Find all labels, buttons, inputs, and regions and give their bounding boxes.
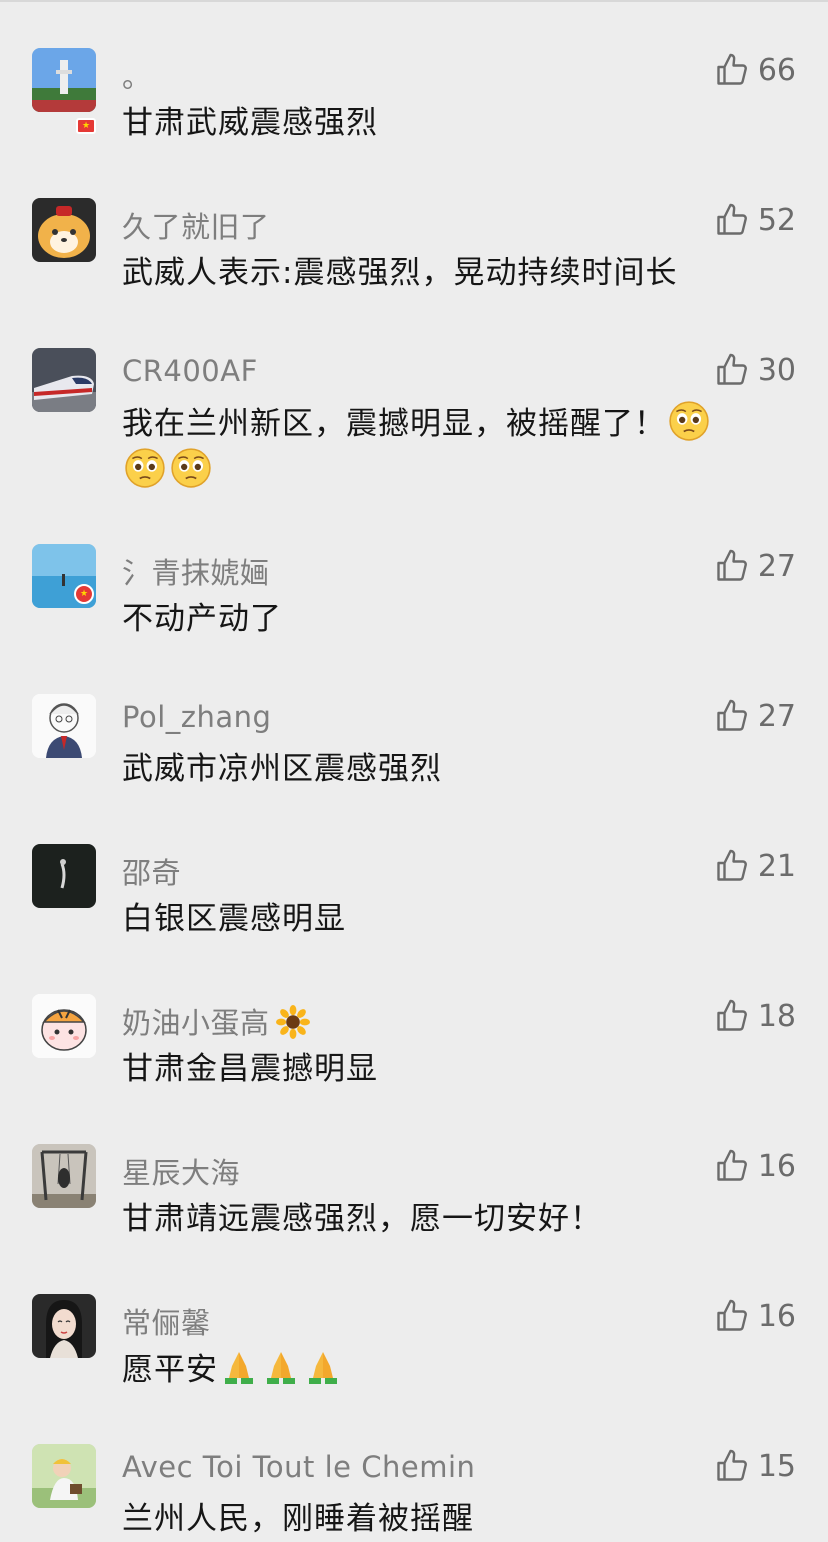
comment-author[interactable]: 久了就旧了	[122, 204, 270, 246]
thumbs-up-icon	[717, 549, 747, 581]
folded-hands-emoji	[309, 1352, 337, 1384]
comment-item[interactable]: Avec Toi Tout le Chemin 兰州人民，刚睡着被摇醒 15	[0, 1426, 828, 1541]
avatar[interactable]	[32, 844, 96, 908]
comment-text: 甘肃金昌震撼明显	[122, 1051, 378, 1087]
pleading-face-emoji	[669, 401, 709, 441]
comment-author[interactable]: 星辰大海	[122, 1150, 240, 1192]
pleading-face-emoji	[171, 448, 211, 488]
comment-text-content: 我在兰州新区，震撼明显，被摇醒了！	[122, 406, 666, 442]
like-count: 15	[757, 1448, 796, 1484]
thumbs-up-icon	[717, 999, 747, 1031]
top-divider	[0, 0, 828, 2]
comment-text: 愿平安	[122, 1346, 802, 1393]
like-button[interactable]: 27	[714, 546, 796, 586]
avatar[interactable]	[32, 198, 96, 262]
pleading-face-emoji	[125, 448, 165, 488]
like-button[interactable]: 16	[714, 1146, 796, 1186]
like-count: 16	[757, 1298, 796, 1334]
like-button[interactable]: 30	[714, 350, 796, 390]
thumbs-up-icon	[717, 1449, 747, 1481]
like-button[interactable]: 15	[714, 1446, 796, 1486]
comment-item[interactable]: Pol_zhang 武威市凉州区震感强烈 27	[0, 676, 828, 826]
comment-item[interactable]: 奶油小蛋高 甘肃金昌震撼明显 18	[0, 976, 828, 1126]
thumbs-up-icon	[717, 203, 747, 235]
like-button[interactable]: 21	[714, 846, 796, 886]
like-count: 52	[757, 202, 796, 238]
comment-author[interactable]: 邵奇	[122, 850, 181, 892]
like-button[interactable]: 18	[714, 996, 796, 1036]
like-button[interactable]: 27	[714, 696, 796, 736]
folded-hands-emoji	[225, 1352, 253, 1384]
china-flag-icon: ★	[74, 584, 94, 604]
like-count: 16	[757, 1148, 796, 1184]
thumbs-up-icon	[717, 1149, 747, 1181]
like-count: 30	[757, 352, 796, 388]
comment-item[interactable]: 久了就旧了 武威人表示:震感强烈，晃动持续时间长 52	[0, 180, 828, 330]
comment-author[interactable]: Avec Toi Tout le Chemin	[122, 1450, 475, 1484]
comment-text-content: 愿平安	[122, 1352, 218, 1388]
comment-author[interactable]: Pol_zhang	[122, 700, 271, 734]
avatar[interactable]	[32, 994, 96, 1058]
comment-item[interactable]: ★ 氵青抹婋婳 不动产动了 27	[0, 526, 828, 676]
comment-author[interactable]: CR400AF	[122, 354, 258, 388]
thumbs-up-icon	[717, 849, 747, 881]
thumbs-up-icon	[717, 1299, 747, 1331]
avatar[interactable]	[32, 48, 96, 112]
like-count: 18	[757, 998, 796, 1034]
like-button[interactable]: 52	[714, 200, 796, 240]
like-count: 27	[757, 698, 796, 734]
comment-text: 甘肃靖远震感强烈，愿一切安好！	[122, 1201, 602, 1237]
like-count: 27	[757, 548, 796, 584]
comment-item[interactable]: ★ 。 甘肃武威震感强烈 66	[0, 30, 828, 180]
comment-item[interactable]: 常俪馨 愿平安 16	[0, 1276, 828, 1426]
folded-hands-emoji	[267, 1352, 295, 1384]
avatar[interactable]	[32, 1444, 96, 1508]
comment-author[interactable]: 。	[122, 54, 152, 96]
comment-text: 武威市凉州区震感强烈	[122, 751, 442, 787]
avatar[interactable]	[32, 1294, 96, 1358]
like-button[interactable]: 16	[714, 1296, 796, 1336]
thumbs-up-icon	[717, 353, 747, 385]
comment-author[interactable]: 氵青抹婋婳	[122, 550, 270, 592]
comment-text: 兰州人民，刚睡着被摇醒	[122, 1501, 474, 1537]
thumbs-up-icon	[717, 53, 747, 85]
avatar[interactable]	[32, 694, 96, 758]
comment-item[interactable]: 星辰大海 甘肃靖远震感强烈，愿一切安好！ 16	[0, 1126, 828, 1276]
like-count: 66	[757, 52, 796, 88]
comment-author[interactable]: 常俪馨	[122, 1300, 211, 1342]
like-count: 21	[757, 848, 796, 884]
like-button[interactable]: 66	[714, 50, 796, 90]
comment-author-name: 奶油小蛋高	[122, 1006, 270, 1040]
comment-item[interactable]: 邵奇 白银区震感明显 21	[0, 826, 828, 976]
sunflower-emoji	[275, 1005, 310, 1039]
comment-text: 我在兰州新区，震撼明显，被摇醒了！	[122, 400, 802, 494]
comment-item[interactable]: CR400AF 我在兰州新区，震撼明显，被摇醒了！ 30	[0, 330, 828, 520]
comment-text: 武威人表示:震感强烈，晃动持续时间长	[122, 255, 678, 291]
avatar[interactable]	[32, 1144, 96, 1208]
comment-author[interactable]: 奶油小蛋高	[122, 1000, 310, 1042]
avatar[interactable]	[32, 348, 96, 412]
comment-text: 甘肃武威震感强烈	[122, 105, 378, 141]
comment-text: 白银区震感明显	[122, 901, 346, 937]
china-flag-icon: ★	[76, 118, 96, 134]
comment-text: 不动产动了	[122, 601, 282, 637]
thumbs-up-icon	[717, 699, 747, 731]
